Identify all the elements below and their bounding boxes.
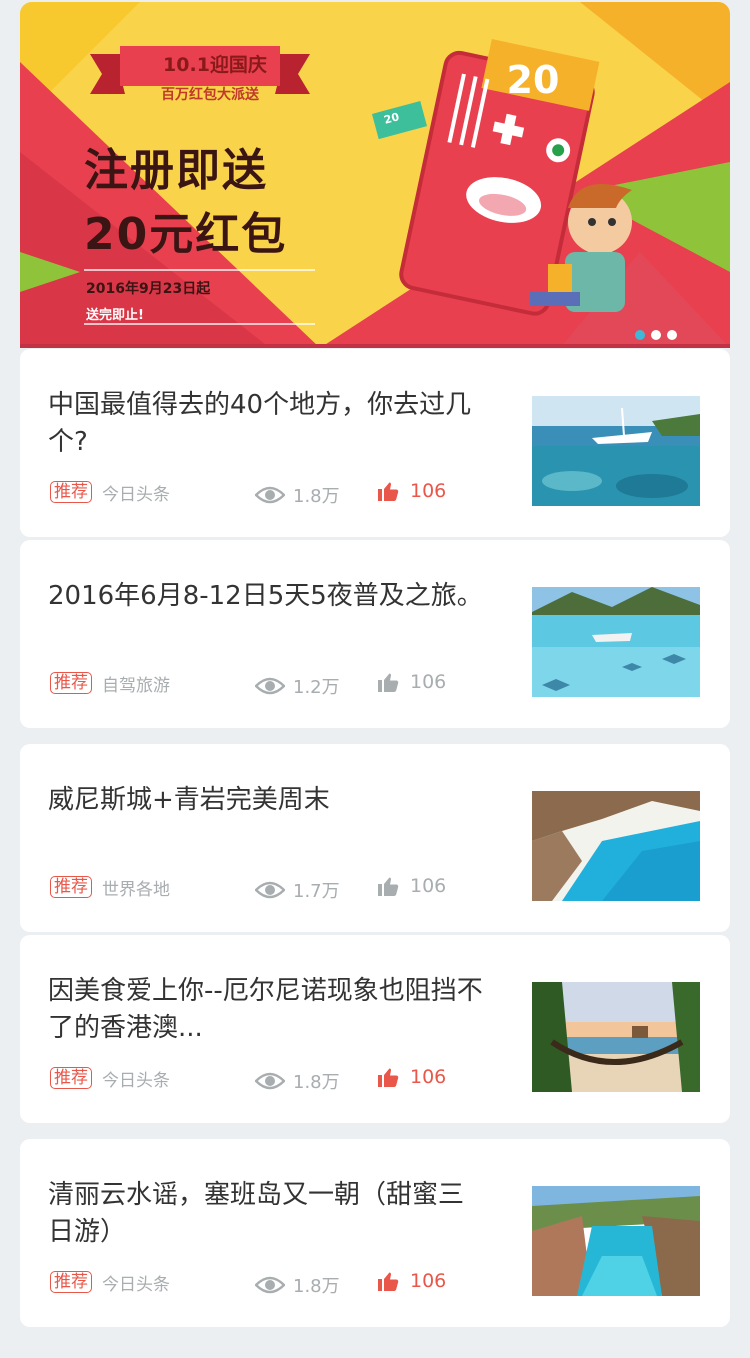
article-title[interactable]: 因美食爱上你--厄尔尼诺现象也阻挡不了的香港澳...: [48, 973, 488, 1047]
article-source: 今日头条: [102, 1274, 170, 1295]
banner-ribbon-text: 10.1迎国庆: [163, 54, 267, 76]
recommend-tag: 推荐: [50, 1271, 92, 1293]
recommend-tag: 推荐: [50, 481, 92, 503]
like-button[interactable]: 106: [376, 479, 446, 503]
like-count: 106: [410, 875, 447, 897]
thumbs-up-icon: [378, 482, 399, 501]
article-title[interactable]: 清丽云水谣，塞班岛又一朝（甜蜜三日游）: [48, 1177, 488, 1251]
article-title[interactable]: 中国最值得去的40个地方，你去过几个?: [48, 387, 488, 461]
article-thumbnail[interactable]: [532, 1186, 700, 1296]
banner-date: 2016年9月23日起: [86, 281, 211, 297]
article-title[interactable]: 威尼斯城+青岩完美周末: [48, 782, 488, 819]
recommend-tag: 推荐: [50, 672, 92, 694]
article-meta: 推荐 自驾旅游: [50, 670, 242, 696]
carousel-dot[interactable]: [635, 330, 645, 340]
like-count: 106: [410, 480, 447, 502]
banner-headline: 注册即送: [84, 145, 268, 196]
view-count: 1.8万: [255, 482, 340, 508]
article-meta: 推荐 今日头条: [50, 1065, 242, 1091]
banner-envelope-amount: 20: [506, 58, 560, 102]
eye-icon: [255, 486, 285, 504]
promo-banner[interactable]: 10.1迎国庆 百万红包大派送 注册即送 20元红包 2016年9月23日起 送…: [20, 2, 730, 348]
article-source: 世界各地: [102, 879, 170, 900]
article-source: 自驾旅游: [102, 675, 170, 696]
article-card[interactable]: 因美食爱上你--厄尔尼诺现象也阻挡不了的香港澳... 推荐 今日头条 1.8万 106: [20, 935, 730, 1123]
article-thumbnail[interactable]: [532, 587, 700, 697]
like-count: 106: [410, 1066, 447, 1088]
banner-ribbon-subtitle: 百万红包大派送: [161, 87, 259, 103]
view-count-value: 1.8万: [293, 486, 340, 507]
view-count: 1.8万: [255, 1272, 340, 1298]
recommend-tag: 推荐: [50, 876, 92, 898]
view-count: 1.7万: [255, 877, 340, 903]
article-thumbnail[interactable]: [532, 396, 700, 506]
like-count: 106: [410, 1270, 447, 1292]
recommend-tag: 推荐: [50, 1067, 92, 1089]
thumbs-up-icon: [378, 673, 399, 692]
view-count-value: 1.8万: [293, 1072, 340, 1093]
view-count: 1.2万: [255, 673, 340, 699]
article-source: 今日头条: [102, 1070, 170, 1091]
banner-note: 送完即止!: [86, 308, 144, 323]
view-count-value: 1.7万: [293, 881, 340, 902]
article-meta: 推荐 今日头条: [50, 479, 242, 505]
article-card[interactable]: 中国最值得去的40个地方，你去过几个? 推荐 今日头条 1.8万 106: [20, 349, 730, 537]
thumbs-up-icon: [378, 1068, 399, 1087]
article-thumbnail[interactable]: [532, 982, 700, 1092]
eye-icon: [255, 677, 285, 695]
thumbs-up-icon: [378, 1272, 399, 1291]
article-thumbnail[interactable]: [532, 791, 700, 901]
article-card[interactable]: 威尼斯城+青岩完美周末推荐 世界各地 1.7万 106: [20, 744, 730, 932]
view-count: 1.8万: [255, 1068, 340, 1094]
banner-headline-amount: 20元红包: [84, 209, 288, 260]
like-button[interactable]: 106: [376, 1065, 446, 1089]
view-count-value: 1.2万: [293, 677, 340, 698]
like-button[interactable]: 106: [376, 874, 446, 898]
article-source: 今日头条: [102, 484, 170, 505]
article-meta: 推荐 世界各地: [50, 874, 242, 900]
article-title[interactable]: 2016年6月8-12日5天5夜普及之旅。: [48, 578, 488, 615]
article-card[interactable]: 2016年6月8-12日5天5夜普及之旅。推荐 自驾旅游 1.2万 106: [20, 540, 730, 728]
like-count: 106: [410, 671, 447, 693]
view-count-value: 1.8万: [293, 1276, 340, 1297]
like-button[interactable]: 106: [376, 670, 446, 694]
eye-icon: [255, 881, 285, 899]
like-button[interactable]: 106: [376, 1269, 446, 1293]
article-meta: 推荐 今日头条: [50, 1269, 242, 1295]
carousel-dot[interactable]: [667, 330, 677, 340]
carousel-dot[interactable]: [651, 330, 661, 340]
article-card[interactable]: 清丽云水谣，塞班岛又一朝（甜蜜三日游） 推荐 今日头条 1.8万 106: [20, 1139, 730, 1327]
eye-icon: [255, 1276, 285, 1294]
carousel-indicator[interactable]: [635, 330, 677, 340]
thumbs-up-icon: [378, 877, 399, 896]
eye-icon: [255, 1072, 285, 1090]
